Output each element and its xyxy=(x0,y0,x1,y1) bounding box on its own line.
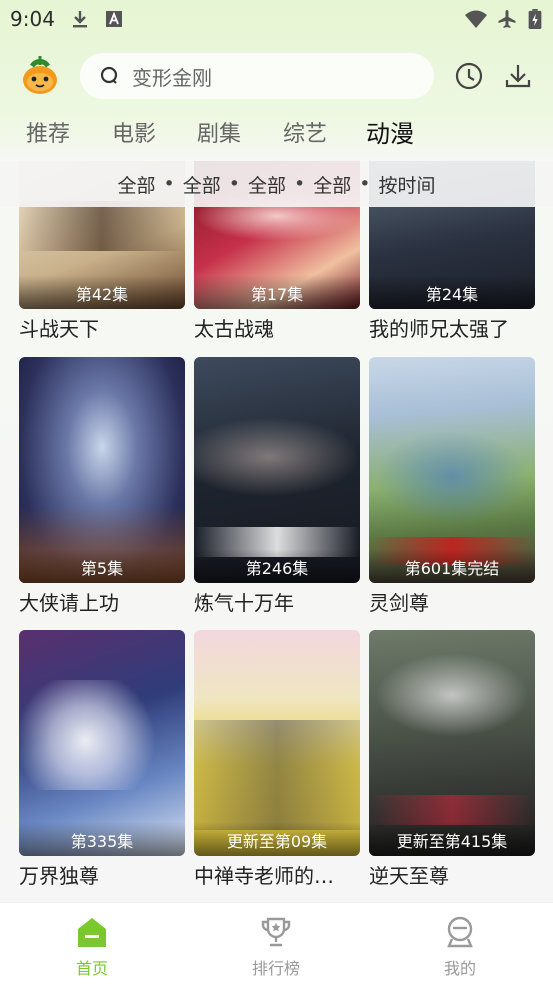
nav-profile[interactable]: 我的 xyxy=(420,915,500,979)
tab-recommend[interactable]: 推荐 xyxy=(26,116,70,148)
nav-label: 首页 xyxy=(75,959,108,978)
episode-badge: 第335集 xyxy=(19,822,185,856)
tab-series[interactable]: 剧集 xyxy=(197,116,241,148)
filter-separator: • xyxy=(228,173,240,195)
filter-sort-option[interactable]: 按时间 xyxy=(378,171,435,198)
episode-badge: 第24集 xyxy=(369,275,535,309)
anime-card[interactable]: 第601集完结 灵剑尊 xyxy=(369,357,535,616)
poster-image: 第5集 xyxy=(19,357,185,583)
episode-badge: 第42集 xyxy=(19,275,185,309)
filter-option[interactable]: 全部 xyxy=(248,171,286,198)
tab-movies[interactable]: 电影 xyxy=(112,116,156,148)
poster-image: 更新至第415集 xyxy=(369,630,535,856)
anime-title: 炼气十万年 xyxy=(194,591,294,615)
anime-title: 大侠请上功 xyxy=(19,591,119,615)
filter-separator: • xyxy=(163,173,175,195)
anime-grid: 第42集 斗战天下 第17集 太古战魂 第24集 我的师兄太强了 第5集 大侠请… xyxy=(0,161,553,901)
nav-ranking[interactable]: 排行榜 xyxy=(236,915,316,979)
status-time: 9:04 xyxy=(10,7,55,31)
tab-anime[interactable]: 动漫 xyxy=(366,114,414,149)
font-status-icon xyxy=(106,11,122,27)
poster-image: 第335集 xyxy=(19,630,185,856)
tab-variety[interactable]: 综艺 xyxy=(283,116,327,148)
anime-card[interactable]: 更新至第415集 逆天至尊 xyxy=(369,630,535,889)
battery-icon xyxy=(528,9,542,29)
anime-title: 斗战天下 xyxy=(19,317,99,341)
anime-card[interactable]: 更新至第09集 中禅寺老师的… xyxy=(194,630,360,889)
search-input[interactable]: 变形金刚 xyxy=(132,62,212,91)
app-logo-icon xyxy=(23,56,57,94)
episode-badge: 第601集完结 xyxy=(369,549,535,583)
poster-image: 更新至第09集 xyxy=(194,630,360,856)
anime-title: 太古战魂 xyxy=(194,317,274,341)
filter-option[interactable]: 全部 xyxy=(313,171,351,198)
bottom-nav: 首页 排行榜 我的 xyxy=(0,902,553,984)
search-icon xyxy=(100,66,118,84)
home-icon xyxy=(78,918,106,947)
nav-home[interactable]: 首页 xyxy=(52,915,132,979)
episode-badge: 第246集 xyxy=(194,549,360,583)
wifi-icon xyxy=(465,10,487,28)
episode-badge: 第17集 xyxy=(194,275,360,309)
poster-image: 第601集完结 xyxy=(369,357,535,583)
filter-separator: • xyxy=(359,173,371,195)
filter-option[interactable]: 全部 xyxy=(118,171,156,198)
anime-title: 我的师兄太强了 xyxy=(369,317,509,341)
download-icon[interactable] xyxy=(503,61,533,91)
episode-badge: 更新至第09集 xyxy=(194,822,360,856)
anime-card[interactable]: 第246集 炼气十万年 xyxy=(194,357,360,616)
filter-separator: • xyxy=(294,173,306,195)
nav-label: 排行榜 xyxy=(251,959,300,978)
nav-label: 我的 xyxy=(443,959,476,978)
search-bar[interactable]: 变形金刚 xyxy=(80,53,434,99)
episode-badge: 第5集 xyxy=(19,549,185,583)
filter-bar: 全部 • 全部 • 全部 • 全部 • 按时间 xyxy=(0,161,553,207)
anime-title: 万界独尊 xyxy=(19,864,99,888)
status-bar: 9:04 xyxy=(0,0,553,40)
profile-icon xyxy=(447,916,473,948)
download-status-icon xyxy=(73,11,87,28)
history-icon[interactable] xyxy=(454,61,484,91)
anime-card[interactable]: 第335集 万界独尊 xyxy=(19,630,185,889)
anime-title: 灵剑尊 xyxy=(369,591,429,615)
anime-title: 逆天至尊 xyxy=(369,864,449,888)
trophy-icon xyxy=(261,917,291,947)
anime-title: 中禅寺老师的… xyxy=(194,864,334,888)
episode-badge: 更新至第415集 xyxy=(369,822,535,856)
category-tabs: 推荐 电影 剧集 综艺 动漫 xyxy=(0,112,553,152)
poster-image: 第246集 xyxy=(194,357,360,583)
anime-card[interactable]: 第5集 大侠请上功 xyxy=(19,357,185,616)
airplane-mode-icon xyxy=(498,10,516,28)
filter-option[interactable]: 全部 xyxy=(183,171,221,198)
